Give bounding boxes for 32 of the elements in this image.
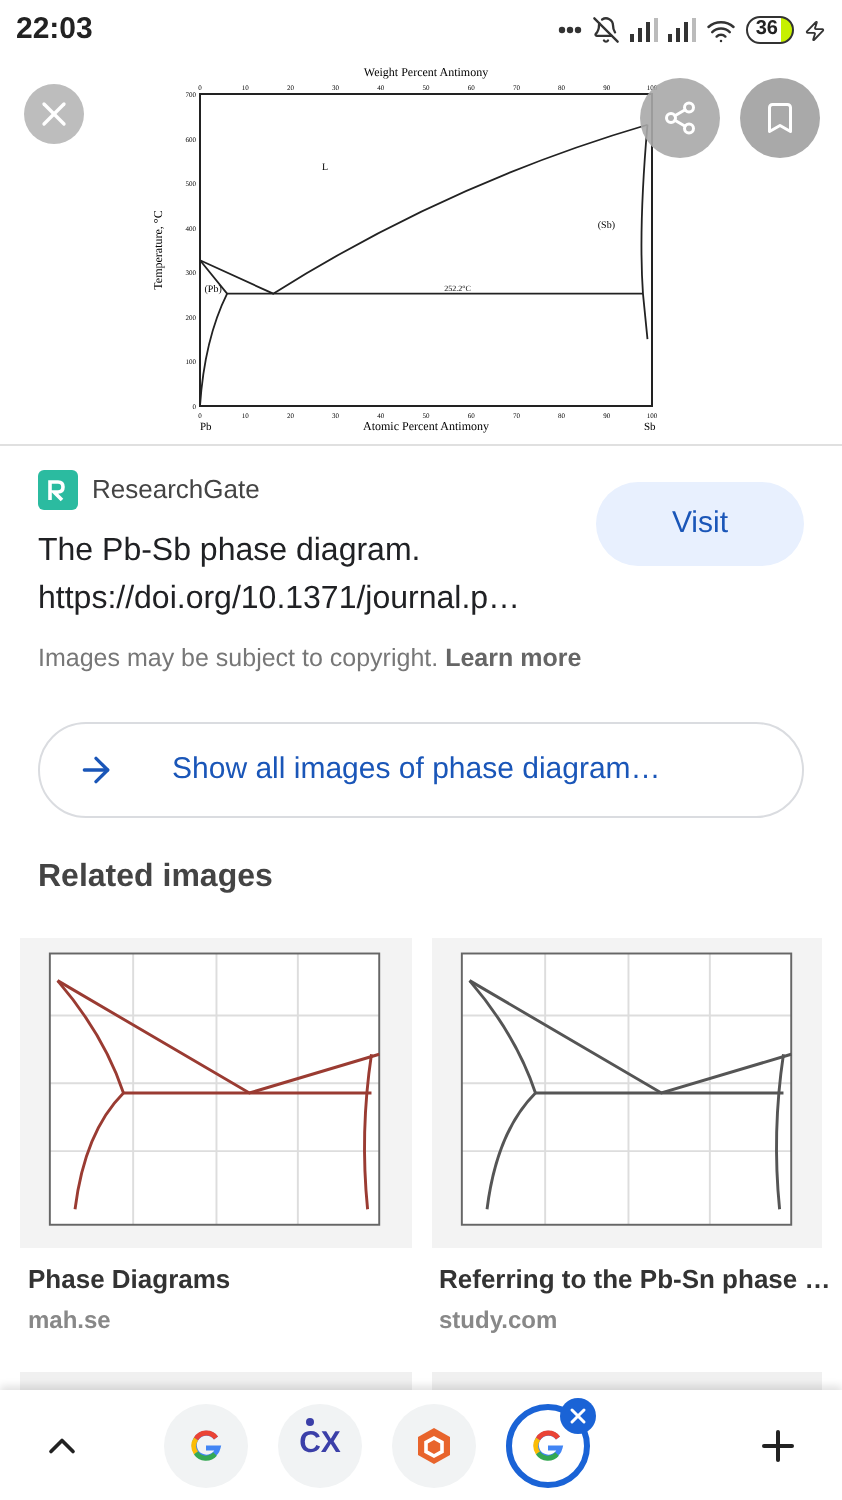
browser-tab[interactable] (506, 1403, 590, 1487)
more-icon (557, 26, 582, 34)
close-button[interactable] (24, 84, 84, 144)
browser-tab[interactable] (164, 1403, 248, 1487)
browser-tab[interactable] (392, 1403, 476, 1487)
learn-more-link[interactable]: Learn more (445, 644, 582, 672)
signal-icon (667, 18, 696, 42)
wifi-icon (705, 15, 736, 45)
image-source: mah.se (26, 1304, 113, 1339)
result-title: The Pb-Sb phase diagram. https://doi.org/10.1371/journal.p… (38, 532, 521, 620)
status-time: 22:03 (16, 9, 93, 50)
copyright-notice: Images may be subject to copyright. Learn more (38, 642, 584, 676)
google-logo-icon (190, 1429, 222, 1461)
close-tab-icon[interactable] (560, 1397, 596, 1433)
charging-icon (804, 19, 826, 41)
hexagon-logo-icon (414, 1425, 454, 1465)
bookmark-button[interactable] (740, 78, 820, 158)
source-name: ResearchGate (92, 472, 260, 509)
signal-icon (629, 18, 658, 42)
tab-logo: CX (299, 1422, 341, 1468)
browser-tab[interactable]: CX (278, 1403, 362, 1487)
share-icon (662, 100, 698, 136)
google-logo-icon (532, 1429, 564, 1461)
section-heading: Related images (38, 857, 275, 898)
bookmark-icon (762, 100, 798, 136)
bell-off-icon (591, 16, 620, 44)
image-source: study.com (437, 1304, 560, 1339)
show-all-button[interactable]: Show all images of phase diagram… (38, 721, 804, 818)
researchgate-logo-icon (38, 470, 78, 510)
visit-button[interactable]: Visit (596, 482, 804, 566)
battery-icon: 36 (745, 16, 794, 44)
image-title[interactable]: Phase Diagrams (20, 1259, 411, 1299)
